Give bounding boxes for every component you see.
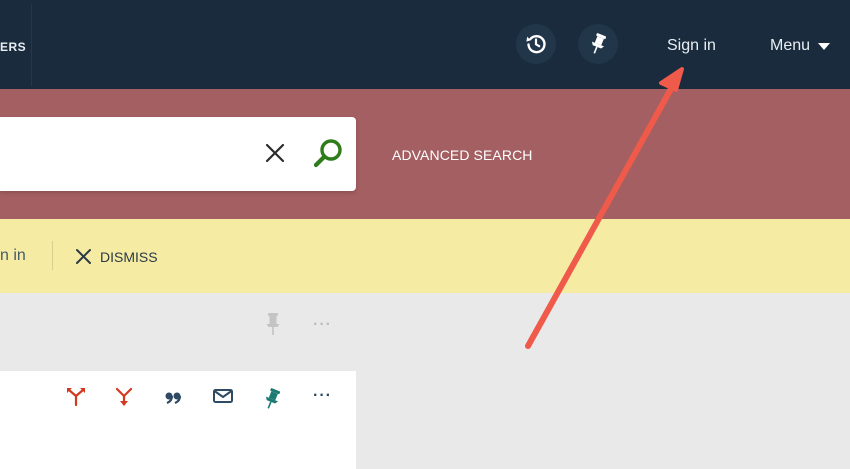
citation-trail-icon[interactable] [66, 387, 86, 407]
brand-divider [31, 4, 32, 86]
menu-label: Menu [770, 37, 811, 54]
search-icon[interactable] [313, 137, 345, 169]
notice-divider [52, 241, 53, 270]
search-input[interactable] [0, 117, 356, 191]
result-card: ··· [0, 371, 356, 469]
more-options-icon[interactable]: ··· [313, 387, 332, 405]
brand-link[interactable]: ERS [0, 40, 26, 54]
clear-search-icon[interactable] [264, 142, 286, 164]
results-area: ··· ··· [0, 293, 850, 469]
dismiss-label: DISMISS [100, 248, 158, 265]
pin-icon [591, 33, 607, 54]
top-bar: ERS Sign in Menu [0, 0, 850, 89]
times-cited-icon[interactable] [115, 387, 133, 407]
pinned-items-button[interactable] [578, 24, 618, 64]
pin-icon[interactable] [263, 311, 283, 337]
advanced-search-link[interactable]: ADVANCED SEARCH [392, 147, 533, 163]
history-icon [526, 34, 546, 54]
email-icon[interactable] [212, 387, 234, 405]
sign-in-notice-bar: n in DISMISS [0, 219, 850, 293]
search-history-button[interactable] [516, 24, 556, 64]
notice-sign-in-link[interactable]: n in [0, 247, 26, 265]
sign-in-link[interactable]: Sign in [667, 37, 716, 55]
pin-icon[interactable] [262, 387, 282, 411]
search-band: ADVANCED SEARCH [0, 89, 850, 219]
more-options-icon[interactable]: ··· [313, 316, 332, 334]
citation-icon[interactable] [164, 387, 182, 407]
close-icon [76, 249, 91, 264]
menu-button[interactable]: Menu [770, 37, 831, 55]
caret-down-icon [818, 42, 831, 50]
dismiss-button[interactable]: DISMISS [75, 248, 158, 265]
